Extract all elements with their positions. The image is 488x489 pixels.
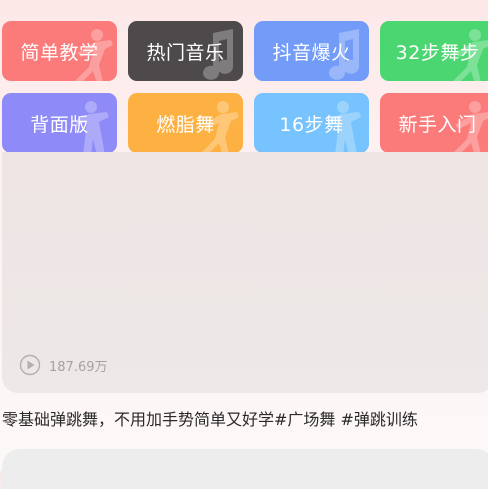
category-row-2: 背面版 燃脂舞 16步舞 新手入门 bbox=[2, 93, 488, 153]
video-title[interactable]: 零基础弹跳舞，不用加手势简单又好学#广场舞 #弹跳训练 bbox=[2, 406, 418, 430]
category-label: 16步舞 bbox=[279, 113, 344, 136]
category-back-version[interactable]: 背面版 bbox=[2, 93, 117, 153]
category-label: 热门音乐 bbox=[146, 41, 225, 64]
category-label: 简单教学 bbox=[20, 41, 99, 64]
play-count: 187.69万 bbox=[49, 360, 108, 375]
category-16-steps[interactable]: 16步舞 bbox=[254, 93, 369, 153]
category-row-1: 简单教学 热门音乐 抖音爆火 32步舞步 bbox=[2, 21, 488, 81]
category-douyin-hot[interactable]: 抖音爆火 bbox=[254, 21, 369, 81]
category-label: 32步舞步 bbox=[395, 41, 480, 64]
category-hot-music[interactable]: 热门音乐 bbox=[128, 21, 243, 81]
category-label: 背面版 bbox=[30, 113, 89, 136]
category-beginner[interactable]: 新手入门 bbox=[380, 93, 488, 153]
category-label: 新手入门 bbox=[398, 113, 477, 136]
category-simple-teaching[interactable]: 简单教学 bbox=[2, 21, 117, 81]
category-label: 抖音爆火 bbox=[272, 41, 351, 64]
category-label: 燃脂舞 bbox=[156, 113, 215, 136]
play-icon bbox=[19, 354, 41, 376]
next-video-card[interactable] bbox=[2, 449, 488, 489]
video-card[interactable]: 187.69万 bbox=[2, 152, 488, 393]
category-fat-burning[interactable]: 燃脂舞 bbox=[128, 93, 243, 153]
category-32-steps[interactable]: 32步舞步 bbox=[380, 21, 488, 81]
